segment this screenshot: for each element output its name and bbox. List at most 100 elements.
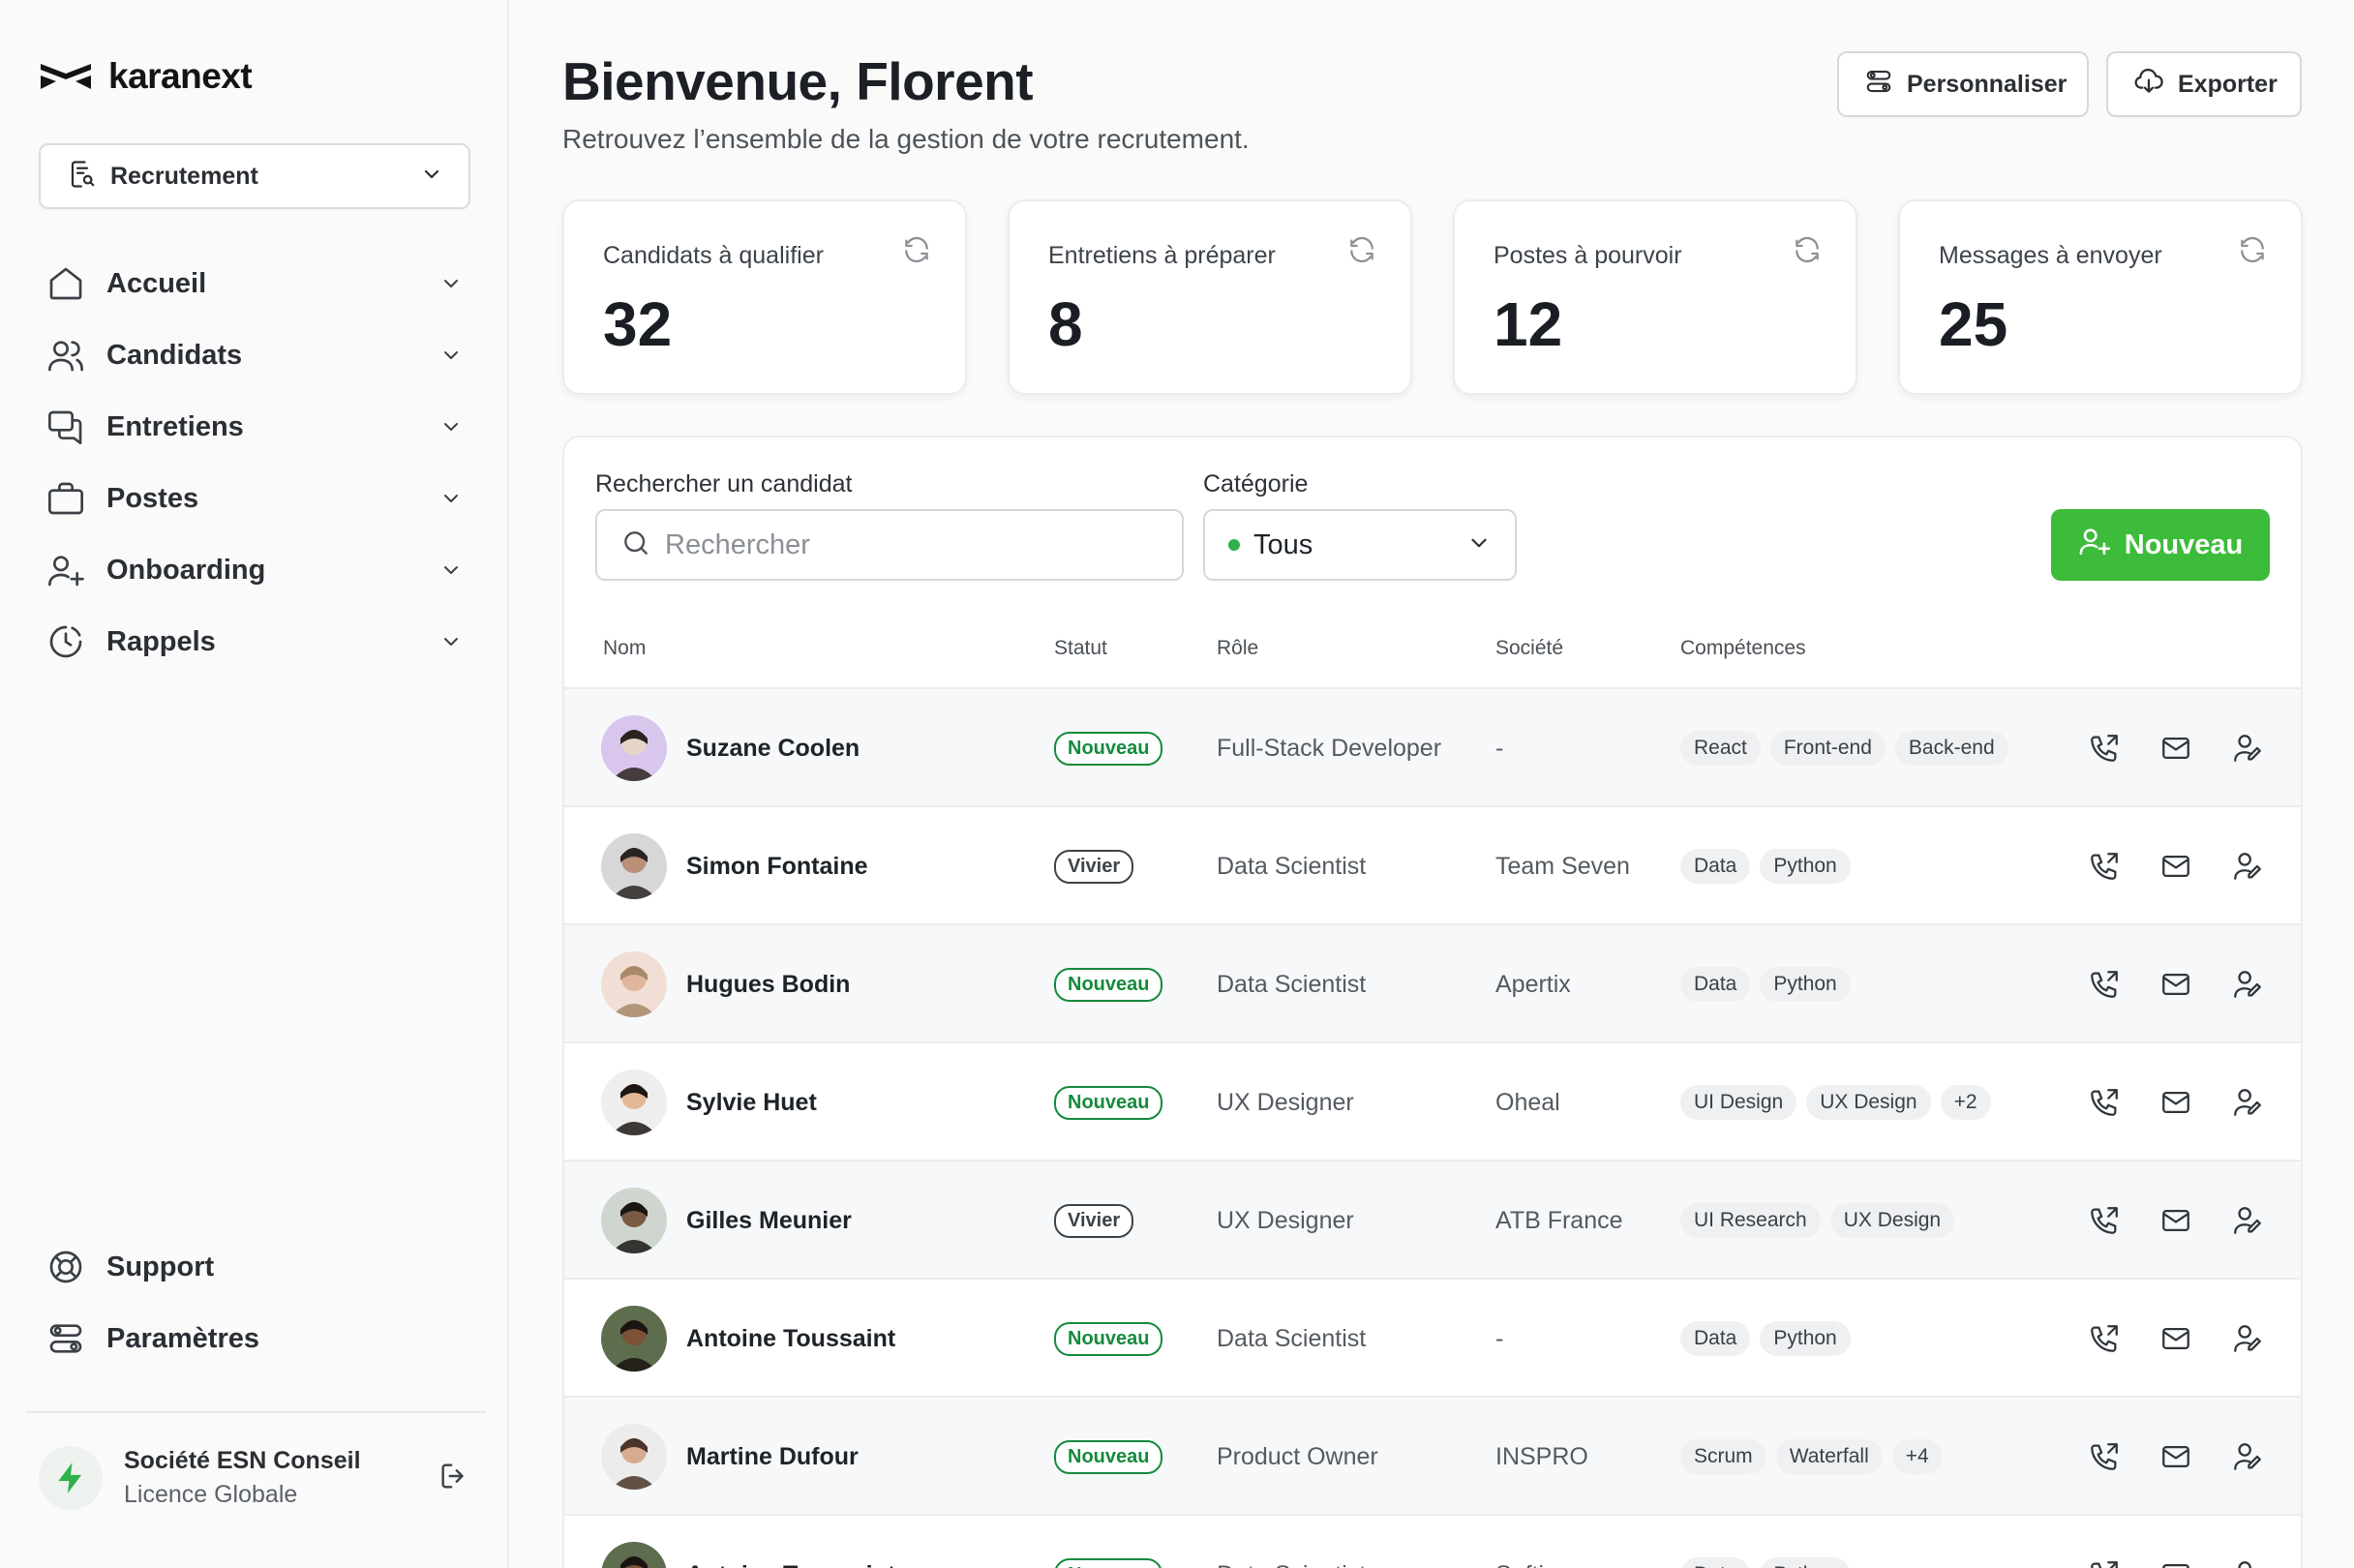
column-header-name[interactable]: Nom	[603, 637, 646, 660]
candidate-name: Hugues Bodin	[686, 970, 851, 998]
status-badge: Nouveau	[1054, 1557, 1163, 1568]
nav-item-parametres[interactable]: Paramètres	[39, 1303, 470, 1374]
skill-chip: Back-end	[1894, 731, 2008, 766]
column-header-skills[interactable]: Compétences	[1680, 637, 1806, 660]
skill-chip: Data	[1680, 967, 1751, 1002]
role-cell: Data Scientist	[1217, 1516, 1366, 1568]
assign-user-icon[interactable]	[2231, 732, 2264, 765]
table-row[interactable]: Antoine Toussaint Nouveau Data Scientist…	[564, 1278, 2301, 1396]
skill-chip: Waterfall	[1775, 1439, 1883, 1474]
nav-label: Accueil	[106, 267, 207, 299]
nav-item-onboarding[interactable]: Onboarding	[39, 534, 470, 606]
candidate-cell[interactable]: Antoine Toussaint	[601, 1516, 895, 1568]
table-row[interactable]: Suzane Coolen Nouveau Full-Stack Develop…	[564, 687, 2301, 805]
nav-item-accueil[interactable]: Accueil	[39, 248, 470, 319]
new-candidate-button[interactable]: Nouveau	[2051, 509, 2270, 581]
assign-user-icon[interactable]	[2231, 850, 2264, 883]
mail-icon[interactable]	[2159, 1558, 2192, 1568]
table-row[interactable]: Sylvie Huet Nouveau UX Designer Oheal UI…	[564, 1041, 2301, 1160]
mail-icon[interactable]	[2159, 968, 2192, 1001]
candidate-cell[interactable]: Antoine Toussaint	[601, 1280, 895, 1398]
candidate-cell[interactable]: Sylvie Huet	[601, 1043, 817, 1161]
search-input[interactable]	[665, 528, 1168, 561]
brand-logo[interactable]: karanext	[39, 56, 253, 97]
phone-call-icon[interactable]	[2088, 1440, 2121, 1473]
assign-user-icon[interactable]	[2231, 1558, 2264, 1568]
candidate-cell[interactable]: Hugues Bodin	[601, 925, 850, 1043]
phone-call-icon[interactable]	[2088, 850, 2121, 883]
actions-cell	[2088, 807, 2264, 925]
status-badge: Nouveau	[1054, 1321, 1163, 1356]
module-select[interactable]: Recrutement	[39, 143, 470, 209]
customize-button[interactable]: Personnaliser	[1837, 51, 2089, 117]
chat-icon	[46, 407, 85, 446]
phone-call-icon[interactable]	[2088, 1086, 2121, 1119]
nav-label: Candidats	[106, 339, 243, 371]
refresh-icon[interactable]	[901, 234, 932, 270]
search-field[interactable]	[595, 509, 1184, 581]
stat-card-postes[interactable]: Postes à pourvoir 12	[1453, 199, 1857, 395]
mail-icon[interactable]	[2159, 732, 2192, 765]
candidate-name: Antoine Toussaint	[686, 1561, 895, 1568]
assign-user-icon[interactable]	[2231, 1086, 2264, 1119]
main-nav: Accueil Candidats Entretiens Postes Onbo…	[39, 248, 470, 678]
user-plus-icon	[2078, 525, 2111, 565]
refresh-icon[interactable]	[1346, 234, 1377, 270]
stat-label: Messages à envoyer	[1939, 242, 2162, 269]
table-row[interactable]: Gilles Meunier Vivier UX Designer ATB Fr…	[564, 1160, 2301, 1278]
mail-icon[interactable]	[2159, 1440, 2192, 1473]
mail-icon[interactable]	[2159, 850, 2192, 883]
status-badge: Nouveau	[1054, 731, 1163, 766]
table-row[interactable]: Hugues Bodin Nouveau Data Scientist Aper…	[564, 923, 2301, 1041]
assign-user-icon[interactable]	[2231, 968, 2264, 1001]
mail-icon[interactable]	[2159, 1204, 2192, 1237]
candidate-cell[interactable]: Martine Dufour	[601, 1398, 859, 1516]
export-button[interactable]: Exporter	[2106, 51, 2302, 117]
nav-item-candidats[interactable]: Candidats	[39, 319, 470, 391]
column-header-status[interactable]: Statut	[1054, 637, 1107, 660]
table-row[interactable]: Antoine Toussaint Nouveau Data Scientist…	[564, 1514, 2301, 1568]
stat-card-entretiens[interactable]: Entretiens à préparer 8	[1008, 199, 1412, 395]
skill-chip: +4	[1891, 1439, 1943, 1474]
candidates-table: Suzane Coolen Nouveau Full-Stack Develop…	[564, 687, 2301, 1568]
mail-icon[interactable]	[2159, 1086, 2192, 1119]
column-header-company[interactable]: Société	[1495, 637, 1563, 660]
clock-icon	[46, 622, 85, 661]
candidate-cell[interactable]: Suzane Coolen	[601, 689, 860, 807]
mail-icon[interactable]	[2159, 1322, 2192, 1355]
logout-icon[interactable]	[438, 1460, 470, 1497]
actions-cell	[2088, 1398, 2264, 1516]
refresh-icon[interactable]	[1792, 234, 1823, 270]
nav-item-rappels[interactable]: Rappels	[39, 606, 470, 678]
column-header-role[interactable]: Rôle	[1217, 637, 1258, 660]
stat-card-messages[interactable]: Messages à envoyer 25	[1898, 199, 2303, 395]
candidate-cell[interactable]: Simon Fontaine	[601, 807, 868, 925]
refresh-icon[interactable]	[2237, 234, 2268, 270]
phone-call-icon[interactable]	[2088, 1558, 2121, 1568]
phone-call-icon[interactable]	[2088, 968, 2121, 1001]
stat-card-candidats[interactable]: Candidats à qualifier 32	[562, 199, 967, 395]
settings-icon	[1864, 67, 1893, 103]
chevron-down-icon	[439, 558, 463, 582]
phone-call-icon[interactable]	[2088, 732, 2121, 765]
role-cell: Product Owner	[1217, 1442, 1378, 1470]
assign-user-icon[interactable]	[2231, 1322, 2264, 1355]
category-select[interactable]: Tous	[1203, 509, 1517, 581]
phone-call-icon[interactable]	[2088, 1322, 2121, 1355]
nav-item-support[interactable]: Support	[39, 1231, 470, 1303]
table-row[interactable]: Simon Fontaine Vivier Data Scientist Tea…	[564, 805, 2301, 923]
table-row[interactable]: Martine Dufour Nouveau Product Owner INS…	[564, 1396, 2301, 1514]
company-cell: INSPRO	[1495, 1442, 1588, 1470]
organization-license: Licence Globale	[124, 1481, 298, 1508]
skill-chip: React	[1680, 731, 1761, 766]
assign-user-icon[interactable]	[2231, 1440, 2264, 1473]
phone-call-icon[interactable]	[2088, 1204, 2121, 1237]
bolt-icon	[58, 1462, 82, 1493]
assign-user-icon[interactable]	[2231, 1204, 2264, 1237]
status-badge: Vivier	[1054, 1203, 1134, 1238]
candidate-cell[interactable]: Gilles Meunier	[601, 1161, 852, 1280]
nav-item-postes[interactable]: Postes	[39, 463, 470, 534]
company-cell: -	[1495, 734, 1504, 762]
nav-item-entretiens[interactable]: Entretiens	[39, 391, 470, 463]
status-dot	[1228, 539, 1240, 551]
